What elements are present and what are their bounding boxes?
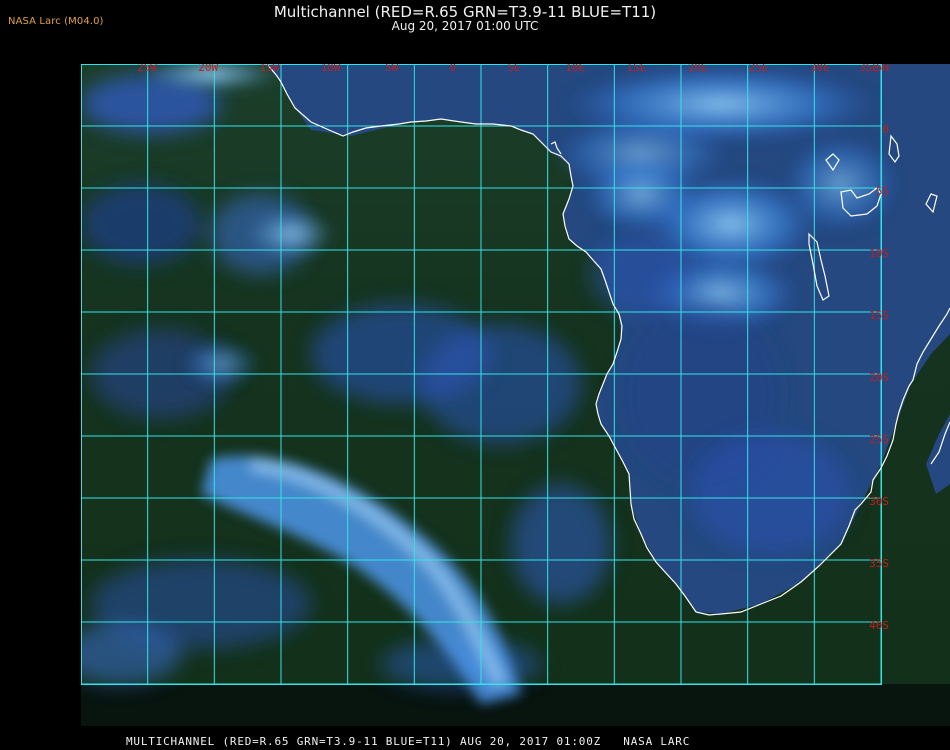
latitude-label: 0 bbox=[882, 123, 889, 136]
image-footer-caption: MULTICHANNEL (RED=R.65 GRN=T3.9-11 BLUE=… bbox=[126, 735, 691, 748]
longitude-label: 10W bbox=[321, 64, 341, 74]
latitude-label: 10S bbox=[869, 247, 889, 260]
latitude-label: 5S bbox=[876, 185, 889, 198]
map-canvas: 25W 20W 15W 10W 5W 0 5E 10E 15E 20E 25E 30E 35E5N05S… bbox=[81, 64, 950, 726]
latitude-label: 15S bbox=[869, 309, 889, 322]
longitude-label: 25W bbox=[137, 64, 157, 74]
latitude-label: 25S bbox=[869, 433, 889, 446]
longitude-label: 15W bbox=[259, 64, 279, 74]
longitude-label: 25E bbox=[749, 64, 769, 74]
longitude-label: 5E bbox=[507, 64, 520, 74]
longitude-label: 30E bbox=[810, 64, 830, 74]
longitude-label: 15E bbox=[626, 64, 646, 74]
image-timestamp: Aug 20, 2017 01:00 UTC bbox=[391, 19, 539, 33]
satellite-image-viewer: NASA Larc (M04.0) Multichannel (RED=R.65… bbox=[0, 0, 950, 750]
longitude-label: 5W bbox=[385, 64, 399, 74]
latitude-label: 5N bbox=[876, 64, 889, 74]
satellite-map: 25W 20W 15W 10W 5W 0 5E 10E 15E 20E 25E 30E 35E 5N 0 5S… bbox=[81, 64, 950, 726]
latitude-label: 35S bbox=[869, 557, 889, 570]
longitude-label: 0 bbox=[450, 64, 457, 74]
longitude-label: 10E bbox=[565, 64, 585, 74]
latitude-label: 30S bbox=[869, 495, 889, 508]
longitude-label: 20W bbox=[198, 64, 218, 74]
longitude-label: 20E bbox=[688, 64, 708, 74]
latitude-label: 20S bbox=[869, 371, 889, 384]
latitude-label: 40S bbox=[869, 619, 889, 632]
